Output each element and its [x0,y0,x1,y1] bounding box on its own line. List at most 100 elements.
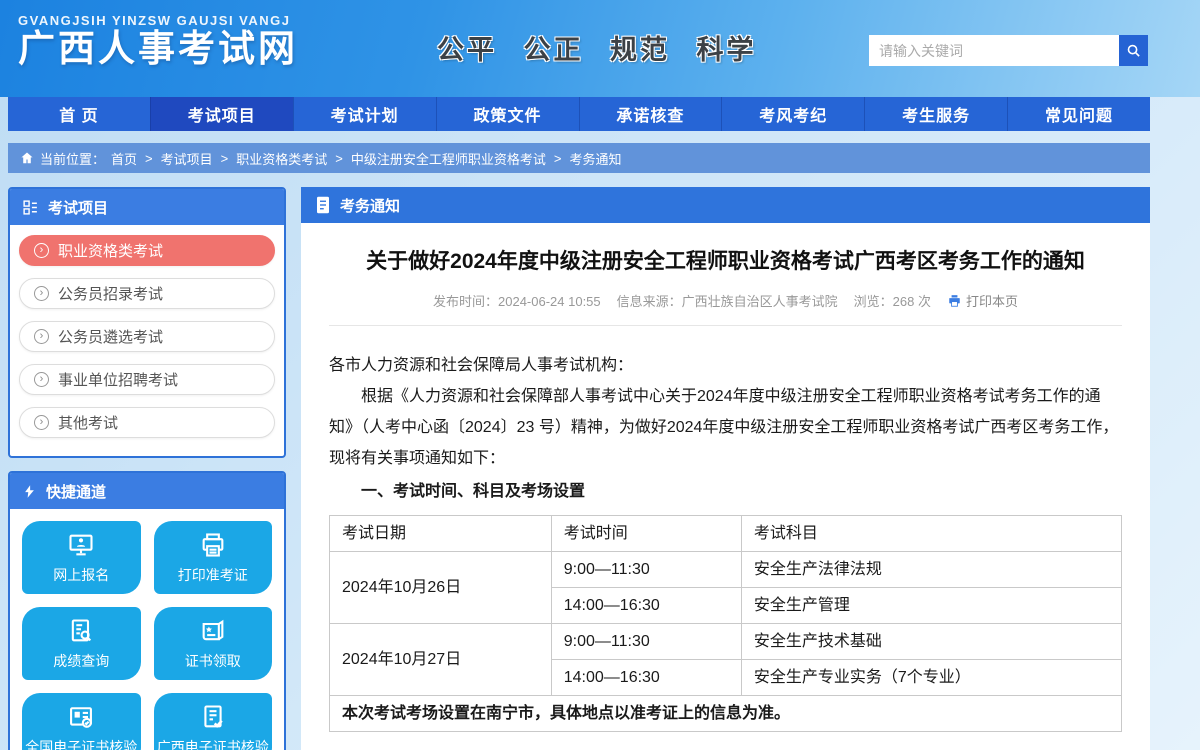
quick-button-label: 网上报名 [53,565,109,585]
logo-subtitle: GVANGJSIH YINZSW GAUJSI VANGJ [18,13,298,28]
exam-projects-panel-header: 考试项目 [10,189,284,225]
header-exam-date: 考试日期 [330,516,552,552]
cell-subject: 安全生产管理 [741,588,1121,624]
table-header-row: 考试日期 考试时间 考试科目 [330,516,1122,552]
header-exam-subject: 考试科目 [741,516,1121,552]
quick-button-label: 打印准考证 [178,565,248,585]
breadcrumb-item-professional-qualification[interactable]: 职业资格类考试 [236,149,327,168]
sidebar-item-label: 职业资格类考试 [58,240,163,261]
breadcrumb-prefix: 当前位置： [40,149,105,168]
circle-chevron-icon: › [34,372,49,387]
national-ecert-verification-button[interactable]: 全国电子证书核验 [22,693,141,750]
cell-time: 14:00—16:30 [551,588,741,624]
quick-channel-grid: 网上报名 打印准考证 [10,509,284,750]
print-page-button[interactable]: 打印本页 [947,291,1018,310]
nav-item-commitment-check[interactable]: 承诺核查 [579,97,722,131]
quick-button-label: 证书领取 [185,651,241,671]
monitor-user-icon [67,531,95,559]
content-area: 考试项目 › 职业资格类考试 › 公务员招录考试 › 公务员遴选考试 › 事业单… [8,187,1150,750]
nav-item-candidate-services[interactable]: 考生服务 [864,97,1007,131]
sidebar-item-label: 其他考试 [58,412,118,433]
search-input[interactable] [869,35,1119,66]
cell-time: 9:00—11:30 [551,552,741,588]
breadcrumb: 当前位置： 首页 > 考试项目 > 职业资格类考试 > 中级注册安全工程师职业资… [8,143,1150,173]
guangxi-ecert-verification-button[interactable]: 广西电子证书核验 [154,693,273,750]
nav-item-faq[interactable]: 常见问题 [1007,97,1150,131]
quick-button-label: 广西电子证书核验 [157,737,269,750]
sidebar-item-civil-servant-recruitment[interactable]: › 公务员招录考试 [19,278,275,309]
breadcrumb-separator: > [221,151,229,166]
sidebar-item-other-exams[interactable]: › 其他考试 [19,407,275,438]
nav-item-policy-docs[interactable]: 政策文件 [436,97,579,131]
table-footer-row: 本次考试考场设置在南宁市，具体地点以准考证上的信息为准。 [330,696,1122,732]
notice-panel-title: 考务通知 [340,195,400,216]
search-box [869,35,1148,66]
sidebar-item-label: 公务员招录考试 [58,283,163,304]
quick-channel-panel-title: 快捷通道 [46,481,106,502]
id-card-check-icon [67,703,95,731]
online-registration-button[interactable]: 网上报名 [22,521,141,594]
exam-category-list: › 职业资格类考试 › 公务员招录考试 › 公务员遴选考试 › 事业单位招聘考试… [10,225,284,456]
print-admission-ticket-button[interactable]: 打印准考证 [154,521,273,594]
grid-list-icon [22,199,39,216]
sidebar-item-civil-servant-selection[interactable]: › 公务员遴选考试 [19,321,275,352]
breadcrumb-item-exam-notice[interactable]: 考务通知 [569,149,621,168]
view-count: 浏览：268 次 [854,291,931,310]
nav-item-exam-projects[interactable]: 考试项目 [150,97,293,131]
breadcrumb-separator: > [554,151,562,166]
site-header: GVANGJSIH YINZSW GAUJSI VANGJ 广西人事考试网 公平… [0,0,1200,97]
publish-time: 发布时间：2024-06-24 10:55 [433,291,601,310]
header-exam-time: 考试时间 [551,516,741,552]
sidebar-item-public-institution-recruitment[interactable]: › 事业单位招聘考试 [19,364,275,395]
home-icon [20,151,34,165]
circle-chevron-icon: › [34,243,49,258]
exam-projects-panel: 考试项目 › 职业资格类考试 › 公务员招录考试 › 公务员遴选考试 › 事业单… [8,187,286,458]
section-heading: 一、考试时间、科目及考场设置 [329,476,1122,507]
quick-button-label: 成绩查询 [53,651,109,671]
article-body: 各市人力资源和社会保障局人事考试机构： 根据《人力资源和社会保障部人事考试中心关… [329,350,1122,750]
exam-projects-panel-title: 考试项目 [48,197,108,218]
cell-date: 2024年10月27日 [330,624,552,696]
search-button[interactable] [1119,35,1148,66]
circle-chevron-icon: › [34,415,49,430]
site-logo: GVANGJSIH YINZSW GAUJSI VANGJ 广西人事考试网 [18,13,298,71]
circle-chevron-icon: › [34,329,49,344]
breadcrumb-item-exam-projects[interactable]: 考试项目 [161,149,213,168]
quick-button-label: 全国电子证书核验 [25,737,137,750]
article-meta: 发布时间：2024-06-24 10:55 信息来源：广西壮族自治区人事考试院 … [329,291,1122,310]
divider [329,325,1122,326]
sidebar-item-label: 事业单位招聘考试 [58,369,178,390]
paragraph-salutation: 各市人力资源和社会保障局人事考试机构： [329,350,1122,381]
breadcrumb-item-safety-engineer-exam[interactable]: 中级注册安全工程师职业资格考试 [351,149,546,168]
cell-subject: 安全生产法律法规 [741,552,1121,588]
circle-chevron-icon: › [34,286,49,301]
notice-panel-header: 考务通知 [301,187,1150,223]
lightning-icon [22,483,37,500]
cell-time: 14:00—16:30 [551,660,741,696]
paragraph-basis: 根据《人力资源和社会保障部人事考试中心关于2024年度中级注册安全工程师职业资格… [329,381,1122,474]
quick-channel-panel-header: 快捷通道 [10,473,284,509]
cell-date: 2024年10月26日 [330,552,552,624]
nav-item-home[interactable]: 首 页 [8,97,150,131]
cell-time: 9:00—11:30 [551,624,741,660]
venue-note: 本次考试考场设置在南宁市，具体地点以准考证上的信息为准。 [330,696,1122,732]
breadcrumb-separator: > [145,151,153,166]
search-icon [1126,43,1141,58]
certificate-icon [199,617,227,645]
site-slogan: 公平 公正 规范 科学 [437,28,757,67]
main-panel: 考务通知 关于做好2024年度中级注册安全工程师职业资格考试广西考区考务工作的通… [301,187,1150,750]
nav-item-exam-plan[interactable]: 考试计划 [293,97,436,131]
breadcrumb-item-home[interactable]: 首页 [111,149,137,168]
paragraph-note: 注：《安全生产法律法规》、《安全生产管理》、《安全生产技术基础》为公共科目，《安… [329,744,1122,750]
sidebar-item-label: 公务员遴选考试 [58,326,163,347]
printer-icon [947,294,962,308]
printer-icon [199,531,227,559]
score-query-button[interactable]: 成绩查询 [22,607,141,680]
sidebar-item-professional-qualification[interactable]: › 职业资格类考试 [19,235,275,266]
nav-item-exam-discipline[interactable]: 考风考纪 [721,97,864,131]
quick-channel-panel: 快捷通道 网上报名 [8,471,286,750]
exam-schedule-table: 考试日期 考试时间 考试科目 2024年10月26日 9:00—11:30 安全… [329,515,1122,732]
logo-title: 广西人事考试网 [18,28,298,71]
certificate-collection-button[interactable]: 证书领取 [154,607,273,680]
score-search-icon [67,617,95,645]
